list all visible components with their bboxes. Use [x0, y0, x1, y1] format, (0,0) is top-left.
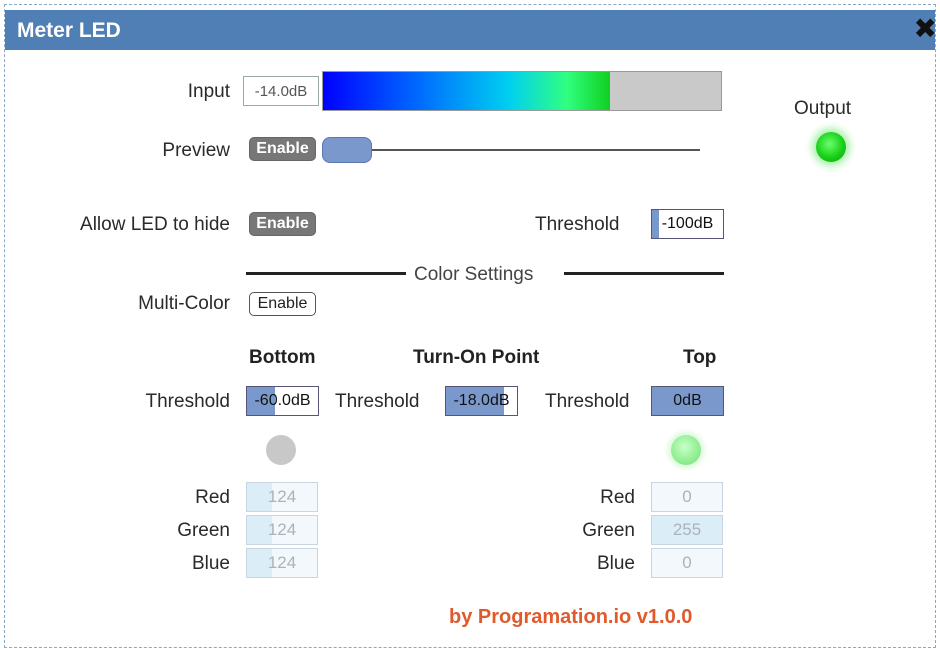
bottom-red-field[interactable]: 124 — [246, 482, 318, 512]
top-threshold-field[interactable]: 0dB — [651, 386, 724, 416]
bottom-threshold-label: Threshold — [145, 391, 231, 412]
multi-color-label: Multi-Color — [138, 293, 230, 314]
turn-on-point-header: Turn-On Point — [413, 347, 540, 368]
top-blue-value: 0 — [682, 553, 692, 572]
top-red-field[interactable]: 0 — [651, 482, 723, 512]
bottom-header: Bottom — [249, 347, 316, 368]
bottom-blue-label: Blue — [191, 553, 230, 574]
turn-on-threshold-field[interactable]: -18.0dB — [445, 386, 518, 416]
input-meter — [322, 71, 722, 111]
threshold-main-field[interactable]: -100dB — [651, 209, 724, 239]
preview-enable-button[interactable]: Enable — [249, 137, 316, 161]
multi-color-enable-button[interactable]: Enable — [249, 292, 316, 316]
allow-hide-label: Allow LED to hide — [80, 214, 230, 235]
color-settings-divider-right — [564, 272, 724, 275]
bottom-blue-value: 124 — [267, 553, 297, 572]
output-label: Output — [794, 98, 852, 119]
allow-hide-enable-button[interactable]: Enable — [249, 212, 316, 236]
color-settings-divider-left — [246, 272, 406, 275]
input-meter-bar — [323, 72, 610, 110]
top-red-value: 0 — [682, 487, 692, 506]
preview-label: Preview — [162, 140, 230, 161]
bottom-red-value: 124 — [267, 487, 297, 506]
preview-slider-thumb[interactable] — [322, 137, 372, 163]
bottom-color-led — [266, 435, 296, 465]
color-settings-heading: Color Settings — [414, 264, 534, 285]
input-value-field[interactable]: -14.0dB — [243, 76, 319, 106]
top-color-led — [671, 435, 701, 465]
turn-on-threshold-label: Threshold — [335, 391, 420, 412]
top-green-value: 255 — [672, 520, 702, 539]
top-header: Top — [683, 347, 717, 368]
bottom-red-label: Red — [195, 487, 230, 508]
preview-slider-track[interactable] — [350, 149, 700, 151]
top-green-label: Green — [582, 520, 635, 541]
output-led — [816, 132, 846, 162]
threshold-main-value: -100dB — [661, 215, 714, 232]
bottom-blue-field[interactable]: 124 — [246, 548, 318, 578]
top-red-label: Red — [600, 487, 635, 508]
bottom-threshold-field[interactable]: -60.0dB — [246, 386, 319, 416]
credit-text: by Programation.io v1.0.0 — [449, 606, 693, 628]
top-threshold-label: Threshold — [545, 391, 630, 412]
top-blue-label: Blue — [596, 553, 635, 574]
top-blue-field[interactable]: 0 — [651, 548, 723, 578]
turn-on-threshold-value: -18.0dB — [453, 392, 510, 409]
window-title: Meter LED — [17, 19, 121, 42]
threshold-main-label: Threshold — [535, 214, 620, 235]
bottom-threshold-value: -60.0dB — [254, 392, 311, 409]
bottom-green-label: Green — [177, 520, 230, 541]
close-icon[interactable]: ✖ — [914, 15, 937, 43]
input-value: -14.0dB — [254, 82, 308, 100]
bottom-green-field[interactable]: 124 — [246, 515, 318, 545]
input-label: Input — [187, 81, 230, 102]
top-threshold-value: 0dB — [673, 392, 702, 409]
title-bar[interactable]: Meter LED ✖ — [5, 10, 937, 50]
bottom-green-value: 124 — [267, 520, 297, 539]
top-green-field[interactable]: 255 — [651, 515, 723, 545]
